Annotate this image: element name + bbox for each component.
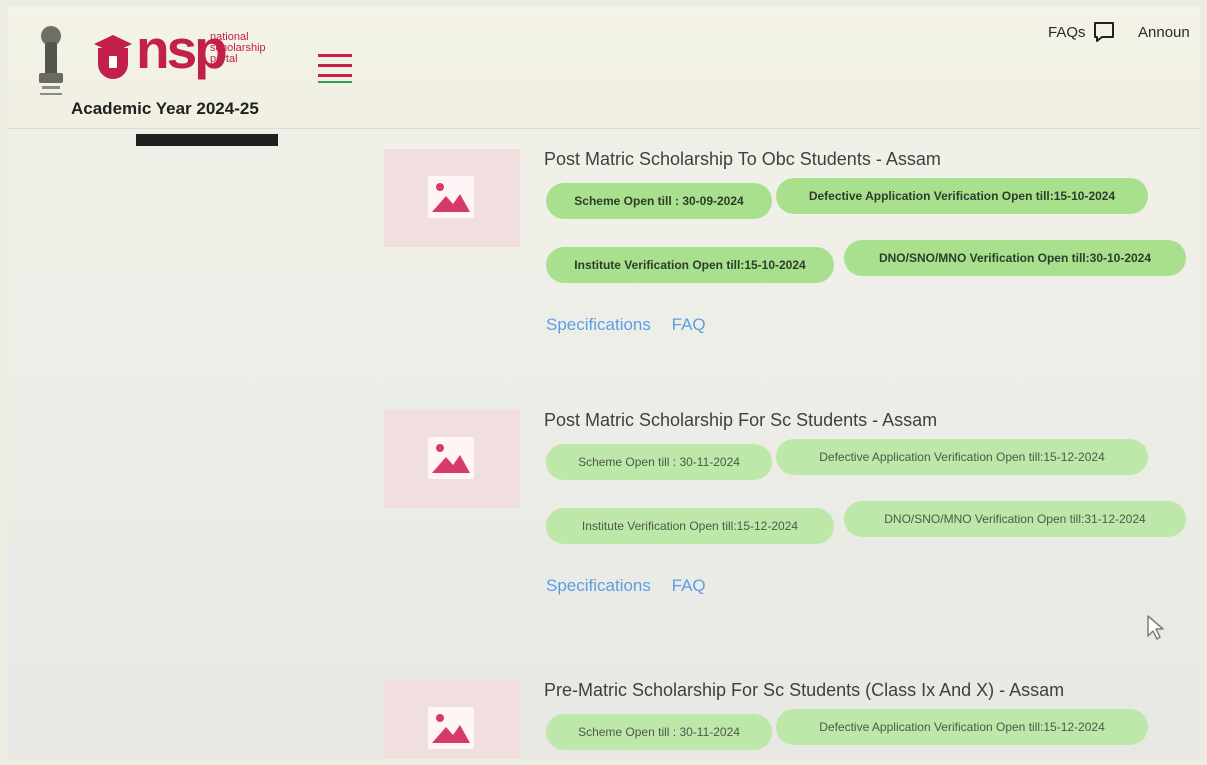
dno-sno-mno-verification-chip: DNO/SNO/MNO Verification Open till:31-12… xyxy=(844,501,1186,537)
active-nav-underline xyxy=(136,134,278,146)
scheme-open-chip: Scheme Open till : 30-11-2024 xyxy=(546,714,772,750)
logo-subtext: national scholarship portal xyxy=(210,32,280,65)
scheme-links: Specifications FAQ xyxy=(546,576,722,596)
institute-verification-chip: Institute Verification Open till:15-12-2… xyxy=(546,508,834,544)
defective-verification-chip: Defective Application Verification Open … xyxy=(776,178,1148,214)
menu-line xyxy=(318,64,352,67)
scheme-open-chip: Scheme Open till : 30-11-2024 xyxy=(546,444,772,480)
scheme-thumbnail xyxy=(384,680,520,759)
header: nsp national scholarship portal Academic… xyxy=(8,6,1200,129)
specifications-link[interactable]: Specifications xyxy=(546,315,651,335)
scheme-thumbnail xyxy=(384,410,520,508)
menu-line xyxy=(318,54,352,57)
specifications-link[interactable]: Specifications xyxy=(546,576,651,596)
mouse-cursor-icon xyxy=(1147,615,1164,640)
scheme-title[interactable]: Post Matric Scholarship To Obc Students … xyxy=(544,149,941,170)
image-placeholder-icon xyxy=(428,176,474,218)
scheme-thumbnail xyxy=(384,149,520,247)
menu-line xyxy=(318,74,352,77)
scheme-title[interactable]: Post Matric Scholarship For Sc Students … xyxy=(544,410,937,431)
faqs-link[interactable]: FAQs xyxy=(1048,24,1086,41)
chat-icon[interactable] xyxy=(1092,20,1116,44)
announcements-link[interactable]: Announ xyxy=(1138,24,1190,41)
academic-year-label: Academic Year 2024-25 xyxy=(71,99,259,118)
scheme-title[interactable]: Pre-Matric Scholarship For Sc Students (… xyxy=(544,680,1064,701)
institute-verification-chip: Institute Verification Open till:15-10-2… xyxy=(546,247,834,283)
menu-line xyxy=(318,81,352,83)
top-links: FAQs Announ xyxy=(1048,20,1200,48)
defective-verification-chip: Defective Application Verification Open … xyxy=(776,709,1148,745)
emblem-icon xyxy=(39,26,63,95)
defective-verification-chip: Defective Application Verification Open … xyxy=(776,439,1148,475)
scheme-open-chip: Scheme Open till : 30-09-2024 xyxy=(546,183,772,219)
browser-screen: nsp national scholarship portal Academic… xyxy=(8,6,1200,759)
faq-link[interactable]: FAQ xyxy=(672,576,706,596)
nsp-shield-icon xyxy=(94,35,132,79)
nsp-logo[interactable]: nsp national scholarship portal xyxy=(88,22,288,84)
image-placeholder-icon xyxy=(428,707,474,749)
scheme-links: Specifications FAQ xyxy=(546,315,722,335)
faq-link[interactable]: FAQ xyxy=(672,315,706,335)
hamburger-menu-icon[interactable] xyxy=(318,54,352,83)
logo-subtext-line: portal xyxy=(210,53,238,65)
image-placeholder-icon xyxy=(428,437,474,479)
dno-sno-mno-verification-chip: DNO/SNO/MNO Verification Open till:30-10… xyxy=(844,240,1186,276)
